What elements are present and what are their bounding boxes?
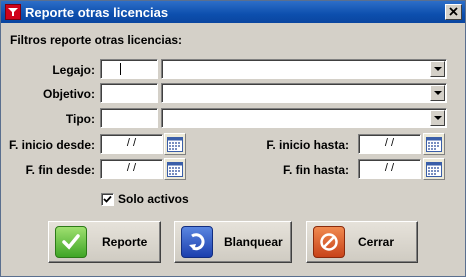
legajo-dropdown-button[interactable] [430, 61, 445, 77]
chevron-down-icon [434, 91, 442, 95]
checkmark-icon [55, 226, 87, 258]
blanquear-label: Blanquear [224, 235, 283, 249]
solo-activos-checkbox[interactable] [101, 193, 114, 206]
fin-desde-input[interactable]: / / [100, 159, 163, 179]
reporte-button[interactable]: Reporte [48, 221, 161, 263]
chevron-down-icon [434, 67, 442, 71]
tipo-code-input[interactable] [100, 108, 158, 128]
inicio-hasta-input[interactable]: / / [358, 134, 421, 154]
close-button[interactable] [445, 4, 462, 20]
calendar-icon [426, 137, 442, 152]
tipo-combo[interactable] [161, 108, 447, 128]
fin-hasta-label: F. fin hasta: [282, 163, 349, 177]
text-cursor [120, 63, 121, 75]
tipo-label: Tipo: [65, 112, 95, 126]
legajo-label: Legajo: [52, 63, 95, 77]
filter-funnel-icon [5, 4, 21, 20]
calendar-icon [167, 137, 183, 152]
objetivo-code-input[interactable] [100, 83, 158, 103]
objetivo-dropdown-button[interactable] [430, 85, 445, 101]
checkmark-icon [103, 195, 112, 203]
calendar-icon [167, 162, 183, 177]
inicio-hasta-calendar-button[interactable] [423, 133, 445, 155]
tipo-dropdown-button[interactable] [430, 110, 445, 126]
section-title: Filtros reporte otras licencias: [10, 33, 183, 47]
legajo-code-input[interactable] [100, 59, 158, 79]
blanquear-button[interactable]: Blanquear [174, 221, 292, 263]
cerrar-button[interactable]: Cerrar [306, 221, 418, 263]
cancel-circle-icon [313, 226, 345, 258]
refresh-arrow-icon [181, 226, 213, 258]
fin-hasta-input[interactable]: / / [358, 159, 421, 179]
fin-hasta-calendar-button[interactable] [423, 158, 445, 180]
title-bar[interactable]: Reporte otras licencias [1, 1, 465, 23]
inicio-hasta-label: F. inicio hasta: [266, 138, 349, 152]
solo-activos-label[interactable]: Solo activos [118, 192, 189, 206]
inicio-desde-label: F. inicio desde: [9, 138, 96, 152]
reporte-label: Reporte [102, 235, 148, 249]
dialog-window: Reporte otras licencias Filtros reporte … [0, 0, 466, 277]
objetivo-label: Objetivo: [42, 87, 95, 101]
fin-desde-calendar-button[interactable] [164, 158, 186, 180]
inicio-desde-calendar-button[interactable] [164, 133, 186, 155]
inicio-desde-input[interactable]: / / [100, 134, 163, 154]
close-icon [449, 7, 458, 16]
calendar-icon [426, 162, 442, 177]
chevron-down-icon [434, 116, 442, 120]
fin-desde-label: F. fin desde: [25, 163, 95, 177]
objetivo-combo[interactable] [161, 83, 447, 103]
cerrar-label: Cerrar [358, 235, 395, 249]
window-title: Reporte otras licencias [25, 5, 169, 20]
legajo-combo[interactable] [161, 59, 447, 79]
